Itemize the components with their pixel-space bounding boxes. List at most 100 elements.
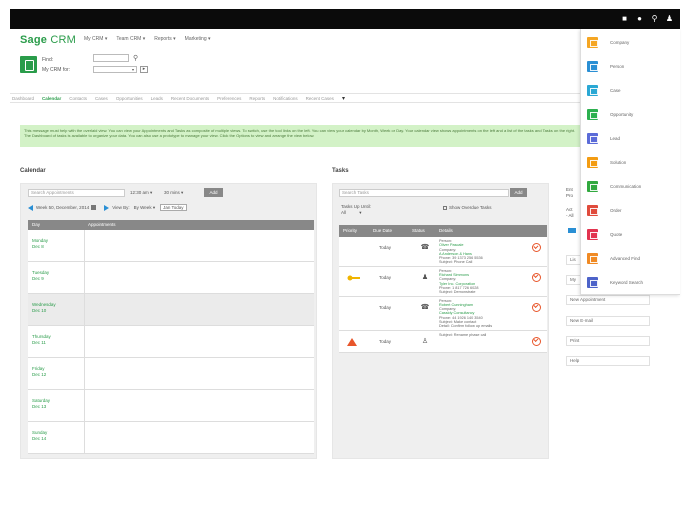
new-email-button[interactable]: New E-mail [566,316,650,326]
tab-dashboard[interactable]: Dashboard [12,96,34,101]
my-crm-for-select[interactable]: ▾ [93,66,137,73]
nav-team-crm[interactable]: Team CRM ▾ [116,36,145,42]
task-row[interactable]: Today ♟ Person: Richard Simmons Company: Tyle… [339,266,547,297]
priority-none [347,244,361,252]
chat-icon[interactable]: ■ [620,14,629,23]
next-week-icon[interactable] [104,204,110,211]
calendar-day-cell[interactable]: Thursday Dec 11 [28,326,85,357]
new-menu-item-opportunity[interactable]: Opportunity [581,103,681,125]
tasks-filter-select[interactable]: All ▾ [341,210,371,215]
day-date: Dec 12 [32,371,47,377]
calendar-row[interactable]: Friday Dec 12 [28,358,314,390]
company-icon [587,36,598,48]
task-detail-line: Subject: Phone Call [439,260,473,265]
new-menu-item-lead[interactable]: Lead [581,127,681,149]
today-button[interactable]: Jan Today [160,204,187,211]
print-button[interactable]: Print [566,336,650,346]
new-menu-item-keyword-search[interactable]: Keyword Search [581,271,681,293]
new-menu-item-advanced-find[interactable]: Advanced Find [581,247,681,269]
nav-marketing[interactable]: Marketing ▾ [185,36,211,42]
sidebar-blue-chip[interactable] [568,228,576,233]
time-select[interactable]: 12:30 am ▾ [130,189,162,197]
complete-task-icon[interactable] [532,336,541,346]
col-day: Day [32,222,41,227]
task-due-date: Today [379,304,392,310]
day-date: Dec 11 [32,339,46,345]
add-appointment-button[interactable]: Add [204,188,223,197]
new-appointment-button[interactable]: New Appointment [566,295,650,305]
new-menu-item-solution[interactable]: Solution [581,151,681,173]
tab-contacts[interactable]: Contacts [69,96,87,101]
calendar-row[interactable]: Tuesday Dec 9 [28,262,314,294]
complete-task-icon[interactable] [532,272,541,282]
previous-week-icon[interactable] [28,204,33,211]
search-appointments-input[interactable]: Search Appointments [28,189,125,197]
nav-my-crm[interactable]: My CRM ▾ [84,36,107,42]
calendar-day-cell[interactable]: Wednesday Dec 10 [28,294,85,325]
calendar-day-cell[interactable]: Sunday Dec 14 [28,422,85,453]
find-search-icon[interactable]: ⚲ [133,54,138,62]
nav-reports[interactable]: Reports ▾ [154,36,175,42]
new-menu-item-company[interactable]: Company [581,31,681,53]
tab-notifications[interactable]: Notifications [273,96,298,101]
calendar-day-cell[interactable]: Tuesday Dec 9 [28,262,85,293]
app-logo[interactable]: Sage CRM [20,34,76,46]
new-menu-item-communication[interactable]: Communication [581,175,681,197]
help-icon[interactable]: ● [635,14,644,23]
top-bar-icons: ■ ● ⚲ ♟ [620,14,674,23]
new-menu-item-person[interactable]: Person [581,55,681,77]
duration-select[interactable]: 30 mins ▾ [164,189,198,197]
calendar-row[interactable]: Thursday Dec 11 [28,326,314,358]
task-detail-line: Subject: Demonstrate [439,290,476,295]
calendar-picker-icon[interactable] [91,205,97,210]
tab-calendar[interactable]: Calendar [42,96,61,101]
task-details: Person: Oliver Pascale Company: A Anderson … [439,239,533,265]
calendar-day-cell[interactable]: Saturday Dec 13 [28,390,85,421]
new-menu-item-label: Company [610,39,630,45]
complete-task-icon[interactable] [532,243,541,252]
calendar-row[interactable]: Sunday Dec 14 [28,422,314,454]
add-task-button[interactable]: Add [510,188,527,197]
task-row[interactable]: Today ♙ Subject: Rename phase call [339,330,547,353]
search-tasks-input[interactable]: Search Tasks [339,189,509,197]
find-input[interactable] [93,54,129,62]
new-menu-item-label: Person [610,63,625,69]
tab-opportunities[interactable]: Opportunities [116,96,143,101]
tab-cases[interactable]: Cases [95,96,108,101]
tabs-more-icon[interactable]: ▾ [342,95,345,102]
calendar-row[interactable]: Wednesday Dec 10 [28,294,314,326]
calendar-day-cell[interactable]: Monday Dec 8 [28,230,85,261]
solution-icon [587,156,598,168]
calendar-day-cell[interactable]: Friday Dec 12 [28,358,85,389]
phone-icon: ☎ [420,303,430,311]
complete-task-icon[interactable] [532,302,541,312]
calendar-row[interactable]: Saturday Dec 13 [28,390,314,422]
tab-recent-documents[interactable]: Recent Documents [171,96,209,101]
task-row[interactable]: Today ☎ Person: Robert Cunningham Company: Ca… [339,296,547,331]
top-bar: ■ ● ⚲ ♟ [10,9,680,29]
tasks-filter-value: All [341,210,347,215]
show-overdue-checkbox[interactable]: Show Overdue Tasks [443,205,491,210]
priority-medium-icon [347,274,361,282]
tab-preferences[interactable]: Preferences [217,96,241,101]
task-row[interactable]: Today ☎ Person: Oliver Pascale Company: A And… [339,237,547,267]
tab-leads[interactable]: Leads [151,96,163,101]
calendar-row[interactable]: Monday Dec 8 [28,230,314,262]
search-icon[interactable]: ⚲ [650,14,659,23]
user-icon: ♙ [421,337,429,345]
sidebar-fragment-1: Ent [566,187,573,192]
tab-recent-cases[interactable]: Recent Cases [306,96,334,101]
user-icon[interactable]: ♟ [665,14,674,23]
day-date: Dec 10 [32,307,47,313]
new-menu-item-case[interactable]: Case [581,79,681,101]
help-button[interactable]: Help [566,356,650,366]
view-by-label: View By: [112,205,130,210]
sidebar-fragment-3: Act [566,207,573,212]
day-date: Dec 13 [32,403,47,409]
main-nav: My CRM ▾ Team CRM ▾ Reports ▾ Marketing … [84,36,211,42]
view-by-select[interactable]: By Week ▾ [134,205,155,211]
my-crm-go-button[interactable]: ▸ [140,66,148,73]
new-menu-item-order[interactable]: Order [581,199,681,221]
new-menu-item-quote[interactable]: Quote [581,223,681,245]
tab-reports[interactable]: Reports [249,96,265,101]
